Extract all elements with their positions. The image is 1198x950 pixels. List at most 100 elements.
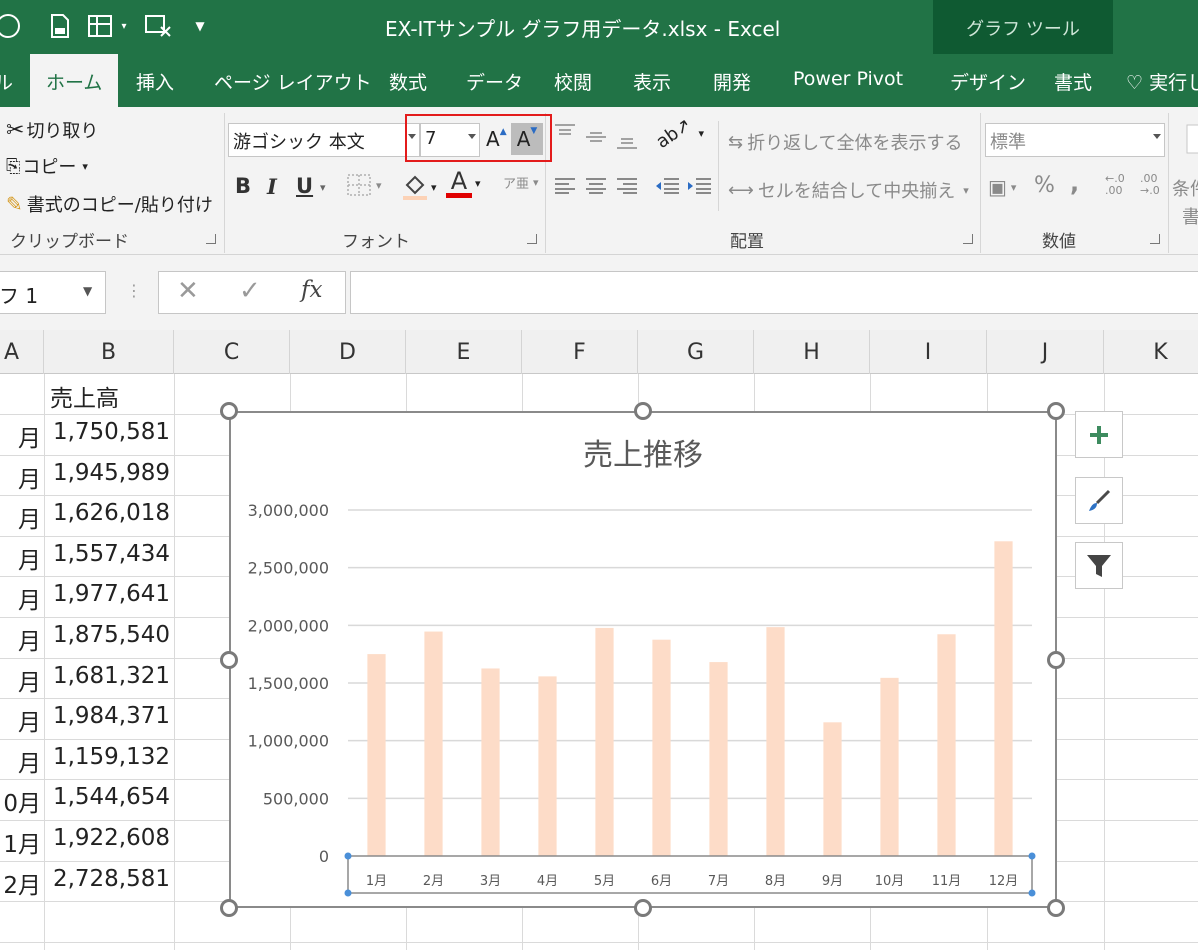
tab-power-pivot[interactable]: Power Pivot: [793, 68, 903, 90]
cell-b-sales[interactable]: 1,977,641: [53, 581, 170, 607]
bar[interactable]: [424, 631, 443, 856]
touch-mode-icon[interactable]: [0, 10, 24, 42]
freeze-panes-icon[interactable]: [84, 10, 116, 42]
column-header[interactable]: I: [870, 330, 987, 374]
column-header[interactable]: F: [522, 330, 638, 374]
italic-button[interactable]: I: [267, 174, 277, 199]
resize-handle-top-left[interactable]: [220, 402, 238, 420]
axis-handle[interactable]: [1028, 889, 1036, 897]
underline-button[interactable]: U: [296, 174, 313, 198]
cell-b-sales[interactable]: 1,544,654: [53, 784, 170, 810]
tab-developer[interactable]: 開発: [713, 68, 751, 95]
column-header[interactable]: G: [638, 330, 754, 374]
clipboard-launcher-icon[interactable]: [206, 234, 216, 244]
chart-object[interactable]: 売上推移 0 500,000 1,000,000 1,500,000 2,000,000…: [229, 411, 1057, 908]
alignment-launcher-icon[interactable]: [963, 234, 973, 244]
clear-format-icon[interactable]: [142, 10, 174, 42]
comma-style-button[interactable]: ,: [1070, 169, 1079, 197]
category-axis-selection[interactable]: [347, 855, 1033, 894]
cell-b-sales[interactable]: 1,922,608: [53, 825, 170, 851]
bar[interactable]: [709, 662, 728, 856]
cell-a-month[interactable]: 月: [18, 622, 41, 656]
cell-b-sales[interactable]: 2,728,581: [53, 866, 170, 892]
font-name-combo[interactable]: 游ゴシック 本文: [228, 123, 420, 157]
qat-dropdown-icon[interactable]: ▾: [118, 10, 130, 42]
column-header[interactable]: D: [290, 330, 406, 374]
axis-handle[interactable]: [344, 852, 352, 860]
font-color-button[interactable]: A ▾: [446, 169, 481, 198]
chart-elements-button[interactable]: [1075, 411, 1123, 458]
cell-a-month[interactable]: 月: [18, 460, 41, 494]
cancel-icon[interactable]: ✕: [177, 276, 199, 306]
cell-a-month[interactable]: 月: [18, 663, 41, 697]
insert-function-button[interactable]: fx: [301, 277, 322, 303]
middle-align-button[interactable]: [585, 127, 607, 147]
resize-handle-right[interactable]: [1047, 651, 1065, 669]
resize-handle-top-right[interactable]: [1047, 402, 1065, 420]
bar[interactable]: [937, 634, 956, 856]
chart-styles-button[interactable]: [1075, 477, 1123, 524]
bar[interactable]: [823, 722, 842, 856]
column-header[interactable]: K: [1104, 330, 1198, 374]
cell-a-month[interactable]: 月: [18, 541, 41, 575]
wrap-text-button[interactable]: ⇆ 折り返して全体を表示する: [728, 129, 963, 155]
column-header[interactable]: B: [44, 330, 174, 374]
cell-a-month[interactable]: 月: [18, 744, 41, 778]
resize-handle-bottom-right[interactable]: [1047, 899, 1065, 917]
orientation-button[interactable]: ab↗ ▾: [652, 114, 704, 153]
tab-formulas[interactable]: 数式: [389, 68, 427, 95]
fill-color-button[interactable]: ▾: [401, 173, 437, 201]
resize-handle-top[interactable]: [634, 402, 652, 420]
bar[interactable]: [766, 627, 785, 856]
tab-home[interactable]: ホーム: [30, 54, 119, 107]
bar[interactable]: [538, 676, 557, 856]
chevron-down-icon[interactable]: ▾: [320, 181, 326, 194]
number-launcher-icon[interactable]: [1150, 234, 1160, 244]
tab-data[interactable]: データ: [466, 68, 523, 95]
axis-handle[interactable]: [344, 889, 352, 897]
decrease-decimal-button[interactable]: .00 →.0: [1140, 173, 1160, 197]
column-header[interactable]: J: [987, 330, 1104, 374]
tab-design[interactable]: デザイン: [950, 68, 1026, 95]
currency-format-button[interactable]: ▣ ▾: [988, 175, 1016, 199]
bar[interactable]: [994, 541, 1013, 856]
formula-input[interactable]: [350, 271, 1198, 314]
resize-handle-bottom-left[interactable]: [220, 899, 238, 917]
bold-button[interactable]: B: [235, 174, 251, 198]
phonetic-guide-button[interactable]: ア亜 ▾: [503, 173, 539, 192]
resize-handle-left[interactable]: [220, 651, 238, 669]
tab-view[interactable]: 表示: [633, 68, 671, 95]
column-header[interactable]: A: [0, 330, 44, 374]
tab-review[interactable]: 校閲: [554, 68, 592, 95]
print-preview-icon[interactable]: [44, 10, 76, 42]
merge-center-button[interactable]: ⟷ セルを結合して中央揃え ▾: [728, 177, 969, 203]
format-painter-button[interactable]: ✎ 書式のコピー/貼り付け: [6, 191, 213, 217]
increase-indent-button[interactable]: [686, 177, 712, 195]
cell-b-sales[interactable]: 1,984,371: [53, 703, 170, 729]
cell-b-sales[interactable]: 1,875,540: [53, 622, 170, 648]
decrease-indent-button[interactable]: [654, 177, 680, 195]
conditional-formatting-button[interactable]: 条件: [1172, 175, 1198, 201]
cell-b-sales[interactable]: 1,557,434: [53, 541, 170, 567]
bottom-align-button[interactable]: [616, 131, 638, 151]
copy-button[interactable]: ⎘ コピー ▾: [6, 153, 88, 179]
align-center-button[interactable]: [585, 177, 607, 195]
cell-a-month[interactable]: 1月: [3, 825, 41, 859]
cell-b-sales[interactable]: 1,159,132: [53, 744, 170, 770]
conditional-formatting-icon[interactable]: [1185, 123, 1198, 155]
cell-a-month[interactable]: 月: [18, 500, 41, 534]
axis-handle[interactable]: [1028, 852, 1036, 860]
enter-icon[interactable]: ✓: [239, 276, 261, 306]
cell-b-sales[interactable]: 1,681,321: [53, 663, 170, 689]
column-header[interactable]: C: [174, 330, 290, 374]
chart-title[interactable]: 売上推移: [583, 438, 703, 473]
tab-format[interactable]: 書式: [1054, 68, 1092, 95]
cell-a-month[interactable]: 月: [18, 581, 41, 615]
name-box[interactable]: フ 1 ▼: [0, 271, 106, 314]
increase-decimal-button[interactable]: ←.0.00: [1105, 173, 1125, 197]
tell-me-box[interactable]: ♡ 実行し: [1126, 68, 1198, 95]
cell-a-month[interactable]: 2月: [3, 866, 41, 900]
number-format-combo[interactable]: 標準: [985, 123, 1165, 157]
bar[interactable]: [652, 639, 671, 856]
align-left-button[interactable]: [554, 177, 576, 195]
